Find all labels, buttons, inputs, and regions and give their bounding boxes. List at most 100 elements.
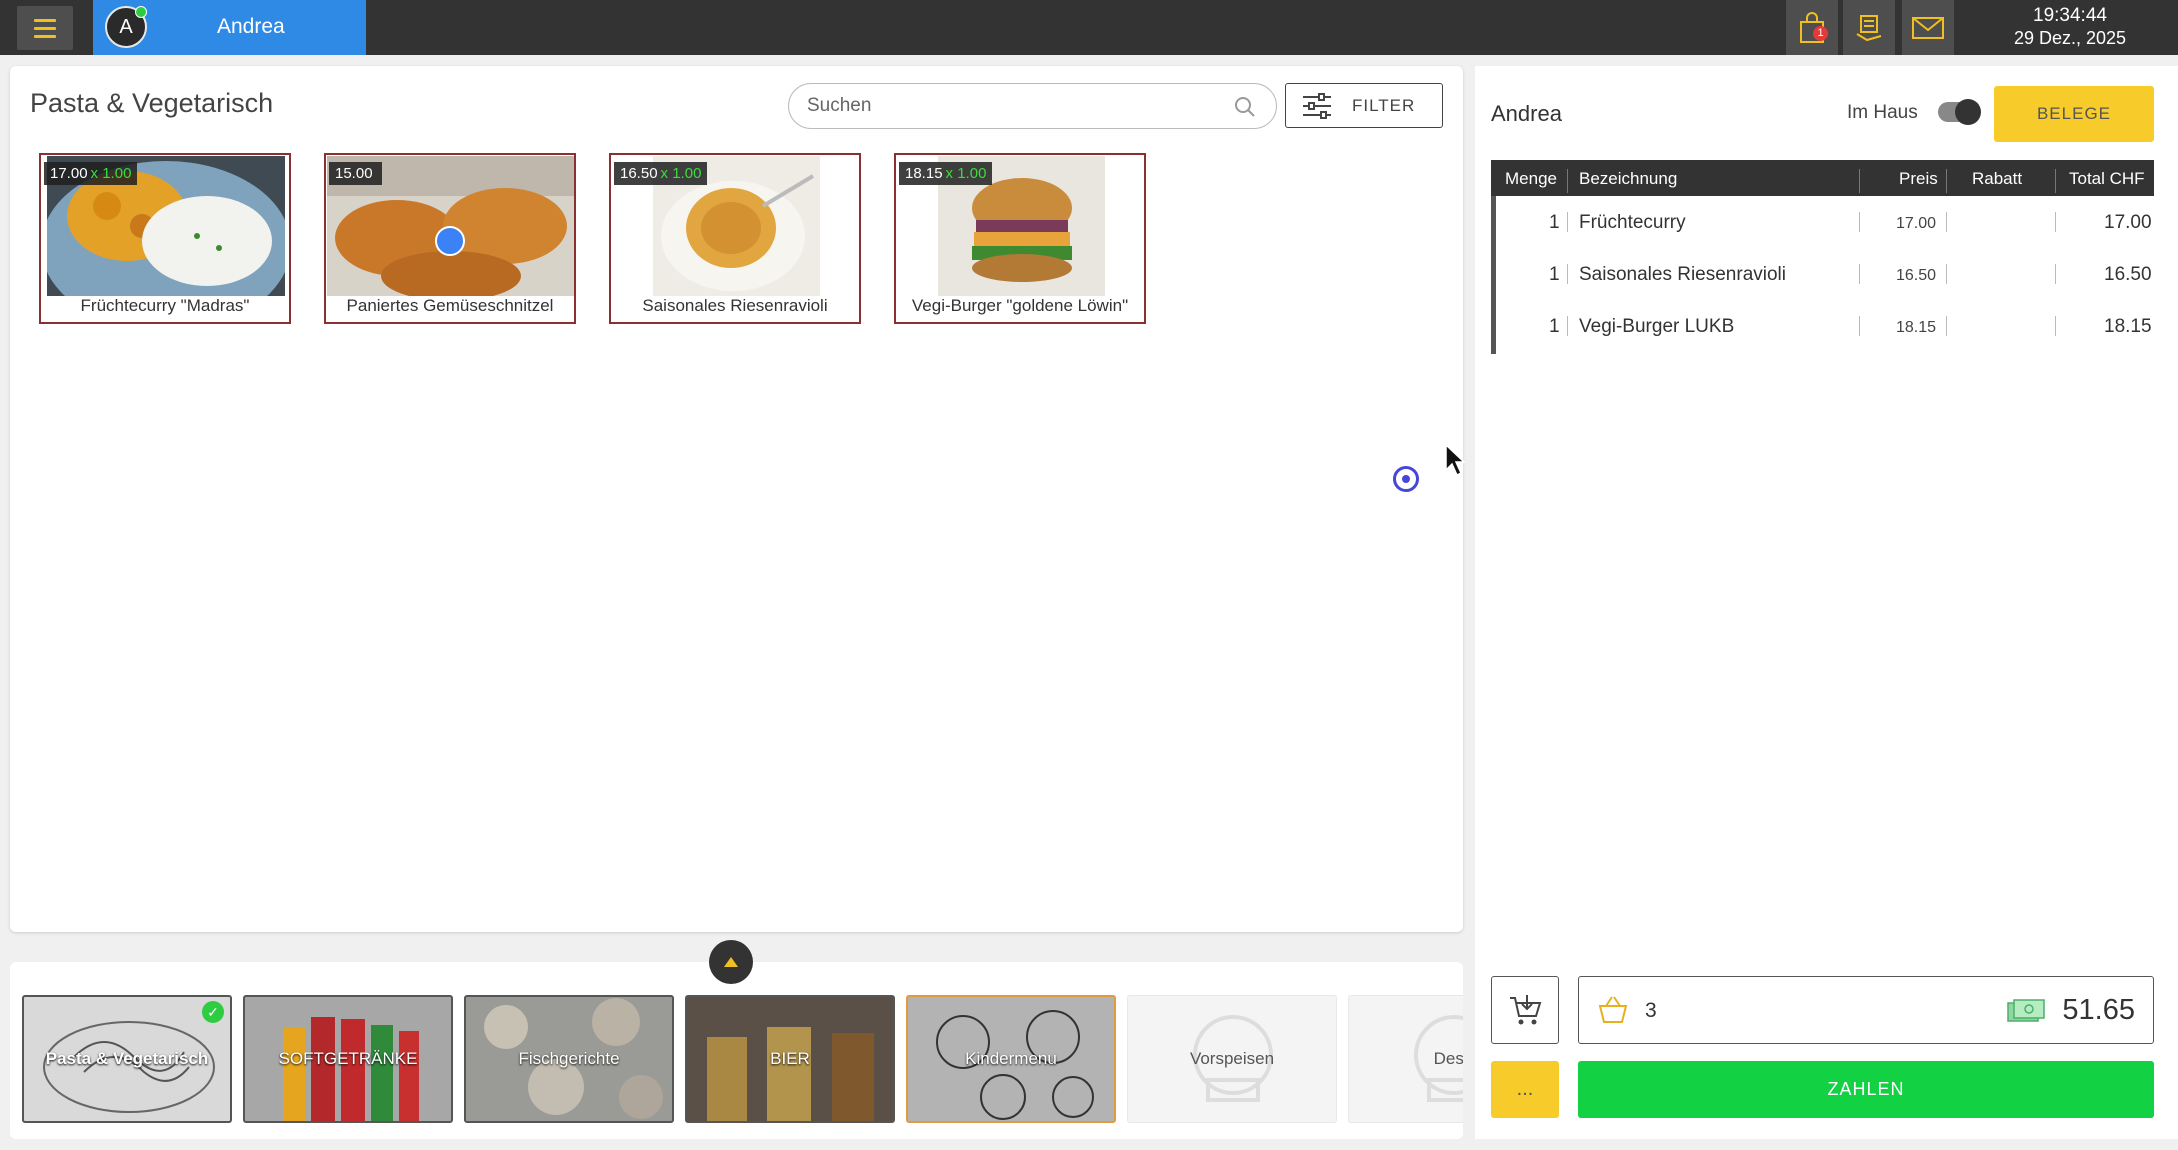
notification-badge: 1 (1813, 26, 1828, 41)
product-price: 17.00 (50, 165, 88, 182)
product-price: 18.15 (905, 165, 943, 182)
receipt-list-button[interactable] (1843, 0, 1895, 55)
online-status-icon (135, 6, 147, 18)
row-total: 18.15 (2104, 316, 2152, 337)
order-total: 51.65 (2062, 994, 2135, 1026)
category-tile-desserts[interactable]: Dess (1348, 995, 1463, 1123)
row-bezeichnung: Vegi-Burger LUKB (1579, 316, 1735, 337)
row-divider (1859, 264, 1860, 284)
order-panel: Andrea Im Haus BELEGE Menge Bezeichnung … (1475, 66, 2178, 1139)
row-preis: 18.15 (1896, 319, 1937, 336)
row-bezeichnung: Saisonales Riesenravioli (1579, 264, 1786, 285)
product-card-riesenravioli[interactable]: 16.50 x 1.00 Saisonales Riesenravioli (609, 153, 861, 324)
row-divider (1946, 264, 1947, 284)
product-card-gemueseschnitzel[interactable]: 15.00 Paniertes Gemüseschnitzel (324, 153, 576, 324)
cart-button[interactable] (1491, 976, 1559, 1044)
menu-icon-line (34, 34, 56, 38)
row-menge: 1 (1549, 212, 1560, 233)
search-box[interactable] (788, 83, 1277, 129)
product-price-tag: 15.00 (329, 162, 382, 185)
more-options-button[interactable]: ... (1491, 1061, 1559, 1118)
page-title: Pasta & Vegetarisch (30, 88, 274, 118)
category-bar-toggle-button[interactable] (709, 940, 753, 984)
clock-time: 19:34:44 (2033, 5, 2107, 26)
product-panel: Pasta & Vegetarisch FILTER (10, 66, 1463, 932)
product-name: Paniertes Gemüseschnitzel (346, 296, 554, 315)
hamburger-menu-button[interactable] (17, 6, 73, 50)
column-rabatt: Rabatt (1972, 169, 2023, 188)
receipt-hand-icon (1856, 14, 1882, 41)
category-label: Vorspeisen (1189, 1049, 1275, 1068)
row-preis: 17.00 (1896, 215, 1937, 232)
row-preis: 16.50 (1896, 267, 1937, 284)
product-card-vegi-burger[interactable]: 18.15 x 1.00 Vegi-Burger "goldene Löwin" (894, 153, 1146, 324)
product-name: Früchtecurry "Madras" (80, 296, 250, 315)
avatar: A (105, 6, 147, 48)
filter-label: FILTER (1352, 95, 1416, 115)
clock: 19:34:44 29 Dez., 2025 (1995, 5, 2145, 49)
row-divider (1567, 212, 1568, 232)
product-qty: x 1.00 (660, 165, 702, 182)
row-divider (2055, 212, 2056, 232)
user-name: Andrea (217, 15, 285, 38)
category-label: Dess (1433, 1049, 1463, 1068)
column-divider (1946, 169, 1947, 193)
im-haus-toggle[interactable] (1938, 99, 1981, 125)
column-preis: Preis (1899, 169, 1938, 188)
pay-button[interactable]: ZAHLEN (1578, 1061, 2154, 1118)
product-price-tag: 18.15 x 1.00 (899, 162, 993, 185)
belege-button[interactable]: BELEGE (1994, 86, 2154, 142)
chevron-up-icon (724, 957, 738, 967)
envelope-icon (1912, 16, 1944, 39)
category-tile-pasta[interactable]: Pasta & Vegetarisch ✓ (22, 995, 232, 1123)
filter-button[interactable]: FILTER (1285, 83, 1443, 128)
search-input[interactable] (807, 92, 1207, 120)
product-qty: x 1.00 (945, 165, 987, 182)
category-tile-vorspeisen[interactable]: Vorspeisen (1127, 995, 1337, 1123)
toggle-knob (1955, 99, 1981, 125)
column-total: Total CHF (2069, 169, 2145, 188)
row-menge: 1 (1549, 264, 1560, 285)
category-tile-bier[interactable]: BIER (685, 995, 895, 1123)
menu-icon-line (34, 18, 56, 22)
category-tile-kindermenu[interactable]: Kindermenu (906, 995, 1116, 1123)
touch-indicator-icon (1393, 466, 1419, 492)
checkmark-icon: ✓ (202, 1001, 224, 1023)
category-tile-fischgerichte[interactable]: Fischgerichte (464, 995, 674, 1123)
search-icon[interactable] (1234, 96, 1256, 118)
row-divider (1946, 212, 1947, 232)
im-haus-label: Im Haus (1847, 102, 1918, 123)
product-name: Vegi-Burger "goldene Löwin" (911, 296, 1129, 315)
row-total: 17.00 (2104, 212, 2152, 233)
order-summary: 3 51.65 (1578, 976, 2154, 1044)
row-divider (1859, 212, 1860, 232)
row-divider (2055, 264, 2056, 284)
basket-icon (1598, 996, 1628, 1023)
category-label: Fischgerichte (518, 1049, 620, 1068)
order-row[interactable]: 1 Saisonales Riesenravioli 16.50 16.50 (1491, 250, 2154, 302)
order-row[interactable]: 1 Früchtecurry 17.00 17.00 (1491, 198, 2154, 250)
cart-download-icon (1510, 995, 1542, 1025)
category-tile-softgetraenke[interactable]: SOFTGETRÄNKE (243, 995, 453, 1123)
cash-icon (2007, 999, 2045, 1022)
product-card-fruechtecurry[interactable]: 17.00 x 1.00 Früchtecurry "Madras" (39, 153, 291, 324)
messages-button[interactable] (1902, 0, 1954, 55)
row-divider (1859, 316, 1860, 336)
column-divider (1859, 169, 1860, 193)
row-bezeichnung: Früchtecurry (1579, 212, 1686, 233)
product-qty: x 1.00 (90, 165, 132, 182)
mouse-cursor-icon (1445, 444, 1466, 477)
item-count: 3 (1645, 999, 1657, 1022)
menu-icon-line (34, 26, 56, 30)
row-divider (1567, 316, 1568, 336)
top-bar: A Andrea 1 19:34:44 29 Dez., 2025 (0, 0, 2178, 55)
open-orders-button[interactable]: 1 (1786, 0, 1838, 55)
row-divider (1567, 264, 1568, 284)
category-bar: Pasta & Vegetarisch ✓ SOFTGETRÄNKE Fisch… (10, 962, 1463, 1139)
sliders-icon (1303, 92, 1331, 119)
category-label: BIER (770, 1049, 810, 1068)
active-user-tab[interactable]: A Andrea (93, 0, 366, 55)
column-bezeichnung: Bezeichnung (1579, 169, 1678, 188)
order-row[interactable]: 1 Vegi-Burger LUKB 18.15 18.15 (1491, 302, 2154, 354)
column-menge: Menge (1505, 169, 1557, 188)
